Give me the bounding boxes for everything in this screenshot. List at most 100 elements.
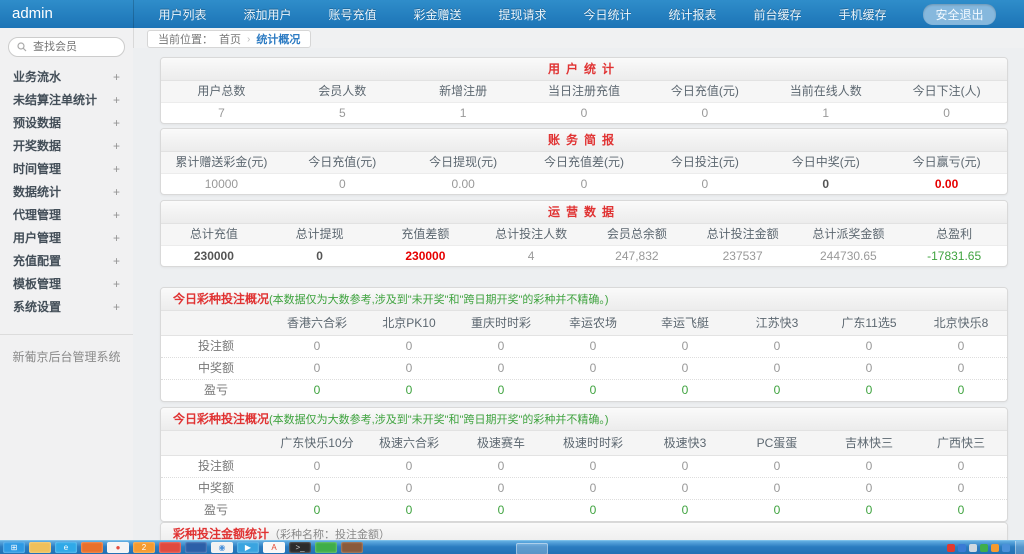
app-red-icon[interactable] [159,542,181,553]
lottery-value-cell: 0 [731,336,823,357]
ie-icon[interactable]: e [55,542,77,553]
nav-bonus-gift[interactable]: 彩金赠送 [413,6,461,23]
terminal-icon[interactable]: >_ [289,542,311,553]
nav-withdraw-request[interactable]: 提现请求 [498,6,546,23]
media-play-icon[interactable]: ▶ [237,542,259,553]
value-cell: 5 [282,103,403,123]
nav-stats-report[interactable]: 统计报表 [668,6,716,23]
sidebar-item-label: 代理管理 [13,206,61,223]
search-input[interactable] [31,40,116,54]
top-header-bar: admin 用户列表 添加用户 账号充值 彩金赠送 提现请求 今日统计 统计报表… [0,0,1024,29]
sidebar-item-agent-management[interactable]: 代理管理 + [0,203,133,226]
column-header: 今日下注(人) [886,81,1007,102]
expand-plus-icon[interactable]: + [113,162,120,176]
sidebar-item-data-statistics[interactable]: 数据统计 + [0,180,133,203]
tray-help-icon[interactable] [958,544,966,552]
value-cell: 7 [161,103,282,123]
section-title: 今日彩种投注概况 [173,412,269,426]
tray-volume-icon[interactable] [969,544,977,552]
today-lottery-title-1: 今日彩种投注概况(本数据仅为大数参考,涉及到"未开奖"和"跨日期开奖"的彩种并不… [161,288,1007,311]
breadcrumb-current[interactable]: 统计概况 [256,31,300,47]
app-a-icon[interactable]: A [263,542,285,553]
value-cell: 0 [644,174,765,194]
sidebar: 业务流水 + 未结算注单统计 + 预设数据 + 开奖数据 + [0,28,134,540]
value-cell: 230000 [373,246,479,266]
sidebar-item-recharge-config[interactable]: 充值配置 + [0,249,133,272]
value-cell: -17831.65 [901,246,1007,266]
row-label: 盈亏 [161,500,271,521]
lottery-value-cell: 0 [915,456,1007,477]
lottery-value-cell: 0 [455,336,547,357]
sidebar-item-draw-data[interactable]: 开奖数据 + [0,134,133,157]
nav-frontend-cache[interactable]: 前台缓存 [753,6,801,23]
sidebar-item-label: 预设数据 [13,114,61,131]
lottery-column-header: 北京PK10 [363,311,455,335]
lottery-value-cell: 0 [547,358,639,379]
lottery-column-header: 极速时时彩 [547,431,639,455]
tray-orange-icon[interactable] [991,544,999,552]
chrome-icon[interactable]: ◉ [211,542,233,553]
sidebar-item-business-flow[interactable]: 业务流水 + [0,65,133,88]
expand-plus-icon[interactable]: + [113,231,120,245]
lottery-value-cell: 0 [915,478,1007,499]
sidebar-item-label: 时间管理 [13,160,61,177]
today-lottery-table-1: 今日彩种投注概况(本数据仅为大数参考,涉及到"未开奖"和"跨日期开奖"的彩种并不… [160,287,1008,402]
expand-plus-icon[interactable]: + [113,254,120,268]
lottery-column-header: 广东11选5 [823,311,915,335]
lottery-value-cell: 0 [363,456,455,477]
column-header: 总盈利 [901,224,1007,245]
sidebar-item-label: 未结算注单统计 [13,91,97,108]
nav-add-user[interactable]: 添加用户 [243,6,291,23]
breadcrumb-bar: 当前位置： 首页 › 统计概况 [133,28,1024,48]
sidebar-item-user-management[interactable]: 用户管理 + [0,226,133,249]
breadcrumb-home-link[interactable]: 首页 [219,31,241,47]
nav-account-recharge[interactable]: 账号充值 [328,6,376,23]
expand-plus-icon[interactable]: + [113,277,120,291]
nav-mobile-cache[interactable]: 手机缓存 [838,6,886,23]
lottery-value-cell: 0 [271,336,363,357]
sidebar-item-preset-data[interactable]: 预设数据 + [0,111,133,134]
member-search-box[interactable] [8,37,125,57]
sidebar-item-template-management[interactable]: 模板管理 + [0,272,133,295]
expand-plus-icon[interactable]: + [113,139,120,153]
taskbar-window-button[interactable] [516,543,548,554]
tray-green-icon[interactable] [980,544,988,552]
avatar-photo-icon[interactable] [341,542,363,553]
section-title: 今日彩种投注概况 [173,292,269,306]
app-orange-icon[interactable]: 2 [133,542,155,553]
show-desktop-button[interactable] [1015,541,1024,554]
nav-user-list[interactable]: 用户列表 [158,6,206,23]
user-stats-title: 用户统计 [161,58,1007,81]
lottery-row: 盈亏 0 0 0 0 0 0 [161,499,1007,521]
logout-button[interactable]: 安全退出 [923,4,995,25]
value-cell: 1 [765,103,886,123]
lottery-value-cell: 0 [363,478,455,499]
nav-today-stats[interactable]: 今日统计 [583,6,631,23]
expand-plus-icon[interactable]: + [113,208,120,222]
firefox-icon[interactable] [81,542,103,553]
sidebar-item-system-settings[interactable]: 系统设置 + [0,295,133,318]
lottery-header-row-2: 广东快乐10分 极速六合彩 极速赛车 极速时时彩 极速快3 PC蛋蛋 吉林快三 … [161,431,1007,456]
expand-plus-icon[interactable]: + [113,185,120,199]
expand-plus-icon[interactable]: + [113,116,120,130]
expand-plus-icon[interactable]: + [113,70,120,84]
lottery-value-cell: 0 [547,478,639,499]
lottery-column-header: 江苏快3 [731,311,823,335]
explorer-folder-icon[interactable] [29,542,51,553]
expand-plus-icon[interactable]: + [113,300,120,314]
sidebar-item-unsettled-bets[interactable]: 未结算注单统计 + [0,88,133,111]
start-button[interactable]: ⊞ [3,542,25,553]
lottery-value-cell: 0 [639,336,731,357]
lottery-row: 中奖额 0 0 0 0 0 0 [161,477,1007,499]
tray-sogou-icon[interactable] [947,544,955,552]
lottery-value-cell: 0 [363,380,455,401]
sidebar-divider [0,334,133,335]
expand-plus-icon[interactable]: + [113,93,120,107]
lottery-value-cell: 0 [731,478,823,499]
sidebar-item-time-management[interactable]: 时间管理 + [0,157,133,180]
app-white-red-icon[interactable]: ● [107,542,129,553]
app-blue-flag-icon[interactable] [185,542,207,553]
column-header: 用户总数 [161,81,282,102]
app-green-icon[interactable] [315,542,337,553]
tray-blue-icon[interactable] [1002,544,1010,552]
